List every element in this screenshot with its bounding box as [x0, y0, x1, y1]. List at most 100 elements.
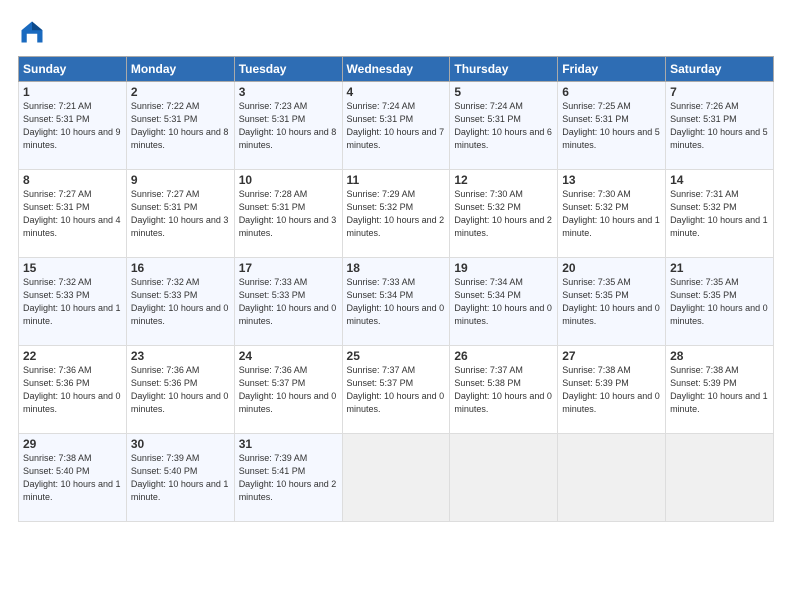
day-number: 2 [131, 85, 230, 99]
day-number: 31 [239, 437, 338, 451]
day-info: Sunrise: 7:23 AMSunset: 5:31 PMDaylight:… [239, 101, 337, 150]
header [18, 18, 774, 46]
day-number: 23 [131, 349, 230, 363]
week-row-3: 22 Sunrise: 7:36 AMSunset: 5:36 PMDaylig… [19, 346, 774, 434]
day-info: Sunrise: 7:36 AMSunset: 5:37 PMDaylight:… [239, 365, 337, 414]
day-cell: 2 Sunrise: 7:22 AMSunset: 5:31 PMDayligh… [126, 82, 234, 170]
day-number: 18 [347, 261, 446, 275]
day-number: 14 [670, 173, 769, 187]
day-info: Sunrise: 7:26 AMSunset: 5:31 PMDaylight:… [670, 101, 768, 150]
day-cell [342, 434, 450, 522]
week-row-1: 8 Sunrise: 7:27 AMSunset: 5:31 PMDayligh… [19, 170, 774, 258]
header-cell-monday: Monday [126, 57, 234, 82]
day-cell [558, 434, 666, 522]
day-info: Sunrise: 7:32 AMSunset: 5:33 PMDaylight:… [23, 277, 121, 326]
day-info: Sunrise: 7:39 AMSunset: 5:40 PMDaylight:… [131, 453, 229, 502]
day-number: 30 [131, 437, 230, 451]
day-info: Sunrise: 7:38 AMSunset: 5:39 PMDaylight:… [670, 365, 768, 414]
logo [18, 18, 50, 46]
day-cell: 30 Sunrise: 7:39 AMSunset: 5:40 PMDaylig… [126, 434, 234, 522]
day-cell: 18 Sunrise: 7:33 AMSunset: 5:34 PMDaylig… [342, 258, 450, 346]
day-info: Sunrise: 7:21 AMSunset: 5:31 PMDaylight:… [23, 101, 121, 150]
day-info: Sunrise: 7:24 AMSunset: 5:31 PMDaylight:… [454, 101, 552, 150]
day-cell: 23 Sunrise: 7:36 AMSunset: 5:36 PMDaylig… [126, 346, 234, 434]
day-cell: 15 Sunrise: 7:32 AMSunset: 5:33 PMDaylig… [19, 258, 127, 346]
day-info: Sunrise: 7:27 AMSunset: 5:31 PMDaylight:… [131, 189, 229, 238]
header-cell-sunday: Sunday [19, 57, 127, 82]
day-cell: 19 Sunrise: 7:34 AMSunset: 5:34 PMDaylig… [450, 258, 558, 346]
day-info: Sunrise: 7:29 AMSunset: 5:32 PMDaylight:… [347, 189, 445, 238]
header-row: SundayMondayTuesdayWednesdayThursdayFrid… [19, 57, 774, 82]
day-number: 3 [239, 85, 338, 99]
day-info: Sunrise: 7:34 AMSunset: 5:34 PMDaylight:… [454, 277, 552, 326]
header-cell-thursday: Thursday [450, 57, 558, 82]
day-cell: 20 Sunrise: 7:35 AMSunset: 5:35 PMDaylig… [558, 258, 666, 346]
day-number: 16 [131, 261, 230, 275]
day-info: Sunrise: 7:35 AMSunset: 5:35 PMDaylight:… [562, 277, 660, 326]
day-cell: 25 Sunrise: 7:37 AMSunset: 5:37 PMDaylig… [342, 346, 450, 434]
day-number: 22 [23, 349, 122, 363]
day-cell: 28 Sunrise: 7:38 AMSunset: 5:39 PMDaylig… [666, 346, 774, 434]
day-number: 5 [454, 85, 553, 99]
day-cell: 14 Sunrise: 7:31 AMSunset: 5:32 PMDaylig… [666, 170, 774, 258]
day-cell: 9 Sunrise: 7:27 AMSunset: 5:31 PMDayligh… [126, 170, 234, 258]
day-number: 9 [131, 173, 230, 187]
day-cell: 16 Sunrise: 7:32 AMSunset: 5:33 PMDaylig… [126, 258, 234, 346]
day-cell: 29 Sunrise: 7:38 AMSunset: 5:40 PMDaylig… [19, 434, 127, 522]
day-info: Sunrise: 7:27 AMSunset: 5:31 PMDaylight:… [23, 189, 121, 238]
header-cell-friday: Friday [558, 57, 666, 82]
day-info: Sunrise: 7:24 AMSunset: 5:31 PMDaylight:… [347, 101, 445, 150]
day-number: 1 [23, 85, 122, 99]
day-cell [666, 434, 774, 522]
day-number: 26 [454, 349, 553, 363]
day-cell: 31 Sunrise: 7:39 AMSunset: 5:41 PMDaylig… [234, 434, 342, 522]
day-cell [450, 434, 558, 522]
day-info: Sunrise: 7:36 AMSunset: 5:36 PMDaylight:… [131, 365, 229, 414]
day-number: 15 [23, 261, 122, 275]
day-number: 27 [562, 349, 661, 363]
calendar-table: SundayMondayTuesdayWednesdayThursdayFrid… [18, 56, 774, 522]
day-cell: 6 Sunrise: 7:25 AMSunset: 5:31 PMDayligh… [558, 82, 666, 170]
day-info: Sunrise: 7:22 AMSunset: 5:31 PMDaylight:… [131, 101, 229, 150]
day-info: Sunrise: 7:25 AMSunset: 5:31 PMDaylight:… [562, 101, 660, 150]
day-info: Sunrise: 7:35 AMSunset: 5:35 PMDaylight:… [670, 277, 768, 326]
day-number: 7 [670, 85, 769, 99]
day-number: 10 [239, 173, 338, 187]
header-cell-saturday: Saturday [666, 57, 774, 82]
day-cell: 4 Sunrise: 7:24 AMSunset: 5:31 PMDayligh… [342, 82, 450, 170]
day-info: Sunrise: 7:37 AMSunset: 5:37 PMDaylight:… [347, 365, 445, 414]
day-number: 19 [454, 261, 553, 275]
day-number: 25 [347, 349, 446, 363]
day-number: 29 [23, 437, 122, 451]
day-cell: 5 Sunrise: 7:24 AMSunset: 5:31 PMDayligh… [450, 82, 558, 170]
day-info: Sunrise: 7:30 AMSunset: 5:32 PMDaylight:… [562, 189, 660, 238]
day-cell: 21 Sunrise: 7:35 AMSunset: 5:35 PMDaylig… [666, 258, 774, 346]
day-cell: 1 Sunrise: 7:21 AMSunset: 5:31 PMDayligh… [19, 82, 127, 170]
day-cell: 3 Sunrise: 7:23 AMSunset: 5:31 PMDayligh… [234, 82, 342, 170]
week-row-2: 15 Sunrise: 7:32 AMSunset: 5:33 PMDaylig… [19, 258, 774, 346]
day-number: 24 [239, 349, 338, 363]
day-info: Sunrise: 7:38 AMSunset: 5:40 PMDaylight:… [23, 453, 121, 502]
day-info: Sunrise: 7:33 AMSunset: 5:33 PMDaylight:… [239, 277, 337, 326]
day-cell: 10 Sunrise: 7:28 AMSunset: 5:31 PMDaylig… [234, 170, 342, 258]
day-cell: 22 Sunrise: 7:36 AMSunset: 5:36 PMDaylig… [19, 346, 127, 434]
day-number: 4 [347, 85, 446, 99]
day-number: 17 [239, 261, 338, 275]
day-number: 28 [670, 349, 769, 363]
page: SundayMondayTuesdayWednesdayThursdayFrid… [0, 0, 792, 532]
day-number: 12 [454, 173, 553, 187]
day-info: Sunrise: 7:28 AMSunset: 5:31 PMDaylight:… [239, 189, 337, 238]
day-cell: 17 Sunrise: 7:33 AMSunset: 5:33 PMDaylig… [234, 258, 342, 346]
day-number: 13 [562, 173, 661, 187]
week-row-0: 1 Sunrise: 7:21 AMSunset: 5:31 PMDayligh… [19, 82, 774, 170]
day-cell: 27 Sunrise: 7:38 AMSunset: 5:39 PMDaylig… [558, 346, 666, 434]
day-info: Sunrise: 7:32 AMSunset: 5:33 PMDaylight:… [131, 277, 229, 326]
day-number: 21 [670, 261, 769, 275]
logo-icon [18, 18, 46, 46]
day-cell: 7 Sunrise: 7:26 AMSunset: 5:31 PMDayligh… [666, 82, 774, 170]
week-row-4: 29 Sunrise: 7:38 AMSunset: 5:40 PMDaylig… [19, 434, 774, 522]
day-info: Sunrise: 7:37 AMSunset: 5:38 PMDaylight:… [454, 365, 552, 414]
day-cell: 11 Sunrise: 7:29 AMSunset: 5:32 PMDaylig… [342, 170, 450, 258]
header-cell-tuesday: Tuesday [234, 57, 342, 82]
day-number: 11 [347, 173, 446, 187]
